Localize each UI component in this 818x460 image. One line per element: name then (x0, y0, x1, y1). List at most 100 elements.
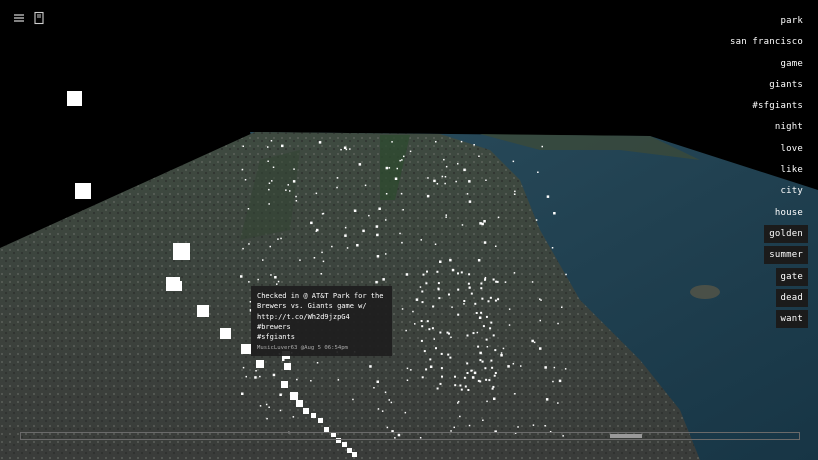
tweet-point[interactable] (421, 325, 424, 328)
tweet-point[interactable] (476, 331, 479, 334)
tweet-point[interactable] (480, 287, 483, 290)
tweet-point[interactable] (295, 200, 298, 202)
tweet-point[interactable] (490, 359, 493, 362)
tweet-point[interactable] (315, 192, 318, 195)
tweet-point[interactable] (485, 315, 488, 318)
tweet-point[interactable] (531, 339, 534, 343)
tweet-point[interactable] (539, 298, 541, 300)
tweet-point[interactable] (435, 141, 437, 143)
tweet-point[interactable] (241, 392, 244, 396)
tweet-point[interactable] (512, 160, 515, 163)
tweet-point[interactable] (485, 378, 488, 381)
tweet-point[interactable] (277, 280, 280, 283)
tweet-point[interactable] (376, 255, 380, 258)
tweet-point[interactable] (463, 303, 465, 305)
tweet-point[interactable] (409, 150, 412, 153)
tweet-point[interactable] (426, 320, 429, 323)
tweet-point[interactable] (460, 271, 463, 274)
tweet-point[interactable] (468, 424, 471, 427)
tweet-point[interactable] (386, 426, 389, 429)
tweet-point[interactable] (504, 281, 507, 283)
tweet-point[interactable] (241, 344, 251, 354)
tweet-point[interactable] (484, 278, 487, 281)
tweet-point[interactable] (491, 366, 494, 369)
tweet-point[interactable] (369, 365, 372, 368)
tweet-point[interactable] (270, 140, 273, 142)
tweet-point[interactable] (399, 232, 401, 235)
tweet-point[interactable] (451, 268, 455, 272)
tweet-point[interactable] (479, 380, 482, 383)
tweet-point[interactable] (450, 336, 452, 339)
tweet-point[interactable] (557, 322, 559, 325)
tweet-point[interactable] (421, 376, 424, 379)
hamburger-menu-icon[interactable] (11, 10, 27, 26)
tweet-point[interactable] (487, 300, 490, 303)
tweet-point[interactable] (268, 203, 270, 205)
keyword-item-like[interactable]: like (776, 161, 808, 179)
tweet-point[interactable] (316, 362, 319, 364)
tweet-point[interactable] (376, 380, 380, 384)
tweet-point[interactable] (292, 180, 296, 183)
tweet-point[interactable] (438, 297, 441, 300)
tweet-point[interactable] (318, 418, 323, 423)
tweet-point[interactable] (420, 320, 423, 322)
tweet-point[interactable] (313, 257, 316, 259)
tweet-point[interactable] (436, 387, 439, 390)
tweet-point[interactable] (466, 334, 469, 337)
tweet-point[interactable] (281, 381, 288, 388)
tweet-point[interactable] (303, 408, 309, 414)
tweet-point[interactable] (385, 253, 387, 255)
tweet-point[interactable] (378, 207, 381, 211)
tweet-point[interactable] (440, 367, 443, 370)
tweet-point[interactable] (436, 183, 439, 185)
tweet-point[interactable] (551, 247, 554, 249)
tweet-point[interactable] (508, 324, 511, 326)
tweet-point[interactable] (242, 247, 244, 250)
tweet-point[interactable] (67, 91, 82, 106)
tweet-point[interactable] (279, 393, 282, 397)
tweet-point[interactable] (468, 286, 471, 289)
tweet-point[interactable] (557, 402, 559, 404)
tweet-point[interactable] (428, 328, 431, 331)
tweet-point[interactable] (439, 382, 442, 385)
tweet-point[interactable] (488, 379, 491, 382)
tweet-point[interactable] (459, 384, 462, 387)
tweet-point[interactable] (472, 332, 475, 335)
tweet-point[interactable] (435, 347, 437, 350)
tweet-point[interactable] (414, 323, 416, 325)
tweet-point[interactable] (390, 401, 393, 404)
tweet-point[interactable] (483, 241, 487, 244)
tweet-point[interactable] (565, 273, 567, 276)
tweet-point[interactable] (310, 380, 312, 382)
tweet-point[interactable] (344, 234, 347, 237)
tweet-point[interactable] (404, 411, 407, 414)
tweet-point[interactable] (471, 376, 475, 379)
tweet-point[interactable] (244, 179, 247, 181)
tweet-point[interactable] (401, 242, 403, 244)
tweet-point[interactable] (454, 384, 457, 387)
tweet-point[interactable] (376, 233, 379, 237)
tweet-point[interactable] (479, 351, 482, 355)
tweet-point[interactable] (197, 305, 209, 317)
tweet-point[interactable] (429, 365, 433, 369)
tweet-point[interactable] (248, 281, 250, 283)
tweet-point[interactable] (368, 214, 370, 217)
tweet-point[interactable] (480, 282, 483, 285)
tweet-point[interactable] (388, 167, 391, 169)
tweet-point[interactable] (311, 413, 316, 418)
tweet-point[interactable] (385, 166, 389, 170)
tweet-point[interactable] (448, 293, 450, 296)
tweet-point[interactable] (242, 145, 245, 148)
tweet-point[interactable] (425, 282, 428, 285)
tweet-point[interactable] (419, 286, 422, 288)
tweet-point[interactable] (405, 329, 407, 332)
tweet-point[interactable] (345, 148, 348, 151)
tweet-point[interactable] (490, 321, 493, 324)
tweet-point[interactable] (352, 452, 357, 457)
tweet-point[interactable] (268, 188, 270, 191)
tweet-point[interactable] (321, 251, 323, 254)
tweet-point[interactable] (420, 339, 423, 342)
tweet-point[interactable] (492, 278, 495, 281)
tweet-point[interactable] (259, 375, 261, 378)
tweet-point[interactable] (410, 369, 412, 371)
